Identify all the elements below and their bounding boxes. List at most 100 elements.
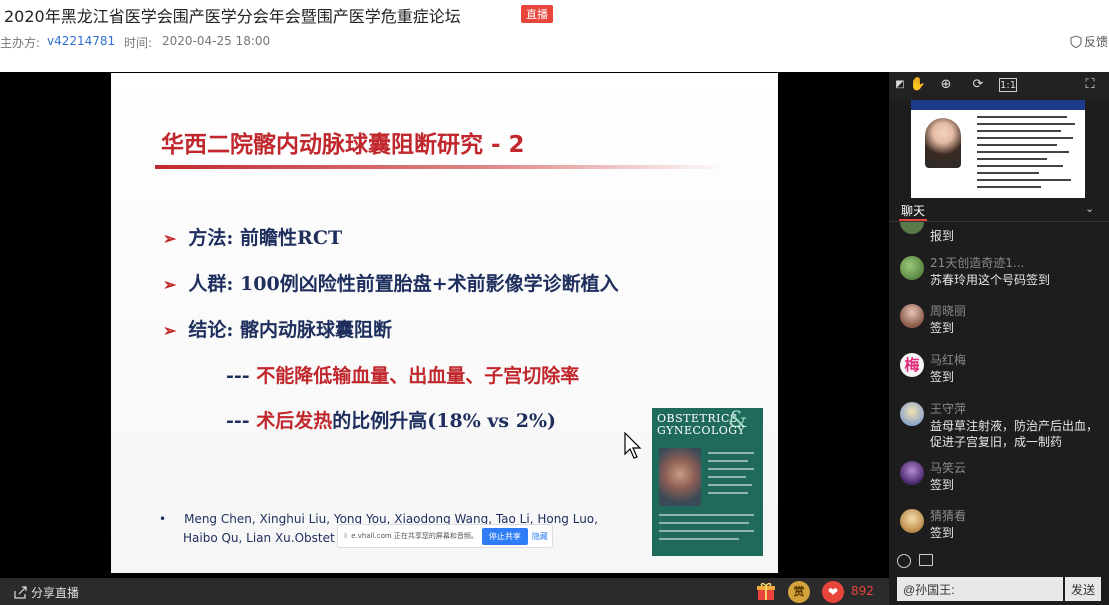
info-icon: ⅱ [344,532,348,540]
chat-message-text: 益母草注射液，防治产后出血， [930,419,1099,433]
chat-message-text: 签到 [930,370,955,384]
tab-chat[interactable]: 聊天 [901,202,925,219]
chat-message: 21天创造奇迹1... 苏春玲用这个号码签到 [889,252,1109,298]
chat-input[interactable] [897,577,1063,601]
thumbnail-text-line [977,137,1073,139]
chat-message-text: 签到 [930,478,955,492]
thumbnail-text-line [977,144,1057,146]
player-toolbar: ◩ ✋ ⊕ ⟳ 1:1 ⛶ [889,72,1109,99]
avatar [900,256,924,280]
chat-message-list[interactable]: 报到 21天创造奇迹1... 苏春玲用这个号码签到 周晓丽 签到 梅 马红梅 签… [889,222,1109,547]
time-value: 2020-04-25 18:00 [162,34,271,48]
chat-username: 周晓丽 [930,304,967,318]
live-stream-page: 2020年黑龙江省医学会围产医学分会年会暨围产医学危重症论坛 直播 主办方: v… [0,0,1109,605]
thumbnail-header-bar [911,100,1085,110]
dash-prefix: --- [226,365,257,387]
shield-icon [1070,35,1082,48]
journal-text-line [659,514,754,516]
chat-message: 报到 [889,222,1109,250]
speaker-thumbnail[interactable] [911,100,1085,198]
reference-bullet: • [159,512,167,526]
feedback-button[interactable]: 反馈 [1070,33,1108,50]
page-title: 2020年黑龙江省医学会围产医学分会年会暨围产医学危重症论坛 [4,7,461,26]
side-panel: ◩ ✋ ⊕ ⟳ 1:1 ⛶ 聊天 ⌄ 报到 21天创造奇迹1... 苏春玲用这个… [889,72,1109,605]
heart-icon[interactable]: ❤ [822,581,844,603]
arrow-bullet-icon: ➢ [163,321,177,340]
chat-username: 马红梅 [930,353,967,367]
avatar [900,402,924,426]
chat-message-text: 苏春玲用这个号码签到 [930,273,1051,287]
journal-text-line [659,522,749,524]
thumbnail-text-line [977,123,1075,125]
page-header: 2020年黑龙江省医学会围产医学分会年会暨围产医学危重症论坛 直播 主办方: v… [0,0,1109,72]
slide-conclusion-1: --- 不能降低输血量、出血量、子宫切除率 [226,361,579,388]
thumbnail-text-line [977,165,1063,167]
thumbnail-text-line [977,130,1061,132]
refresh-icon[interactable]: ⟳ [969,76,987,94]
chat-username: 马笑云 [930,461,967,475]
presentation-slide: 华西二院髂内动脉球囊阻断研究 - 2 ➢ 方法: 前瞻性RCT ➢ 人群: 100例… [111,73,778,573]
slide-conclusion-2: --- 术后发热的比例升高(18% vs 2%) [226,406,556,433]
chat-username: 21天创造奇迹1... [930,256,1025,270]
gift-icon[interactable] [756,581,776,601]
chat-message: 王守萍 益母草注射液，防治产后出血， 促进子宫复旧，成一制药 [889,398,1109,462]
chat-username: 猜猜看 [930,509,967,523]
emoji-icon[interactable] [897,554,911,568]
hand-icon[interactable]: ✋ [909,76,927,94]
reward-icon[interactable]: 赏 [788,581,810,603]
image-icon[interactable] [919,554,933,566]
conclusion-text: 的比例升高(18% vs 2%) [332,410,557,432]
slide-bullet-conclusion: ➢ 结论: 髂内动脉球囊阻断 [163,315,392,342]
journal-cover-photo [659,448,701,506]
conclusion-red-text: 不能降低输血量、出血量、子宫切除率 [256,365,580,387]
screen-share-notice: ⅱ e.vhall.com 正在共享您的屏幕和音频。 停止共享 隐藏 [337,524,553,548]
slide-bullet-population: ➢ 人群: 100例凶险性前置胎盘+术前影像学诊断植入 [163,269,619,296]
host-id-link[interactable]: v42214781 [47,34,115,48]
share-icon [14,586,27,599]
fullscreen-icon[interactable]: ⛶ [1081,76,1099,94]
slide-title-rule [155,165,728,169]
chat-tab-row: 聊天 ⌄ [889,200,1109,222]
journal-text-line [708,492,748,494]
journal-text-line [708,460,748,462]
stop-share-button[interactable]: 停止共享 [481,527,528,545]
slide-bullet-text: 人群: 100例凶险性前置胎盘+术前影像学诊断植入 [188,273,619,295]
journal-text-line [659,538,739,540]
actual-size-icon[interactable]: 1:1 [999,78,1017,92]
host-label: 主办方: [0,36,41,50]
thumbnail-text-line [977,151,1069,153]
chat-message-text: 签到 [930,526,955,540]
avatar: 梅 [900,353,924,377]
thumbnail-text-line [977,172,1039,174]
pip-icon[interactable]: ◩ [891,76,909,94]
avatar [900,461,924,485]
tab-active-indicator [899,219,927,221]
slide-bullet-text: 方法: 前瞻性RCT [188,227,343,249]
mouse-cursor-icon [624,432,642,459]
arrow-bullet-icon: ➢ [163,229,177,248]
hide-share-button[interactable]: 隐藏 [532,531,548,542]
journal-text-line [659,530,754,532]
share-live-button[interactable]: 分享直播 [14,584,79,601]
dash-prefix: --- [226,410,257,432]
journal-text-line [708,468,754,470]
send-button[interactable]: 发送 [1065,577,1101,601]
time-label: 时间: [124,36,153,50]
conclusion-red-text: 术后发热 [256,410,333,432]
journal-text-line [708,452,754,454]
live-badge: 直播 [521,5,553,23]
share-live-label: 分享直播 [31,586,80,600]
chevron-down-icon[interactable]: ⌄ [1085,202,1094,215]
chat-message: 猜猜看 签到 [889,505,1109,547]
slide-bullet-method: ➢ 方法: 前瞻性RCT [163,223,342,250]
arrow-bullet-icon: ➢ [163,275,177,294]
chat-username: 王守萍 [930,402,967,416]
thumbnail-text-line [977,116,1067,118]
slide-bullet-text: 结论: 髂内动脉球囊阻断 [188,319,393,341]
avatar [900,222,924,234]
chat-message-text: 促进子宫复旧，成一制药 [930,435,1063,449]
zoom-icon[interactable]: ⊕ [937,76,955,94]
journal-cover-image: OBSTETRICS & GYNECOLOGY [652,408,763,556]
chat-actions [889,550,1109,574]
thumbnail-text-line [977,186,1041,188]
